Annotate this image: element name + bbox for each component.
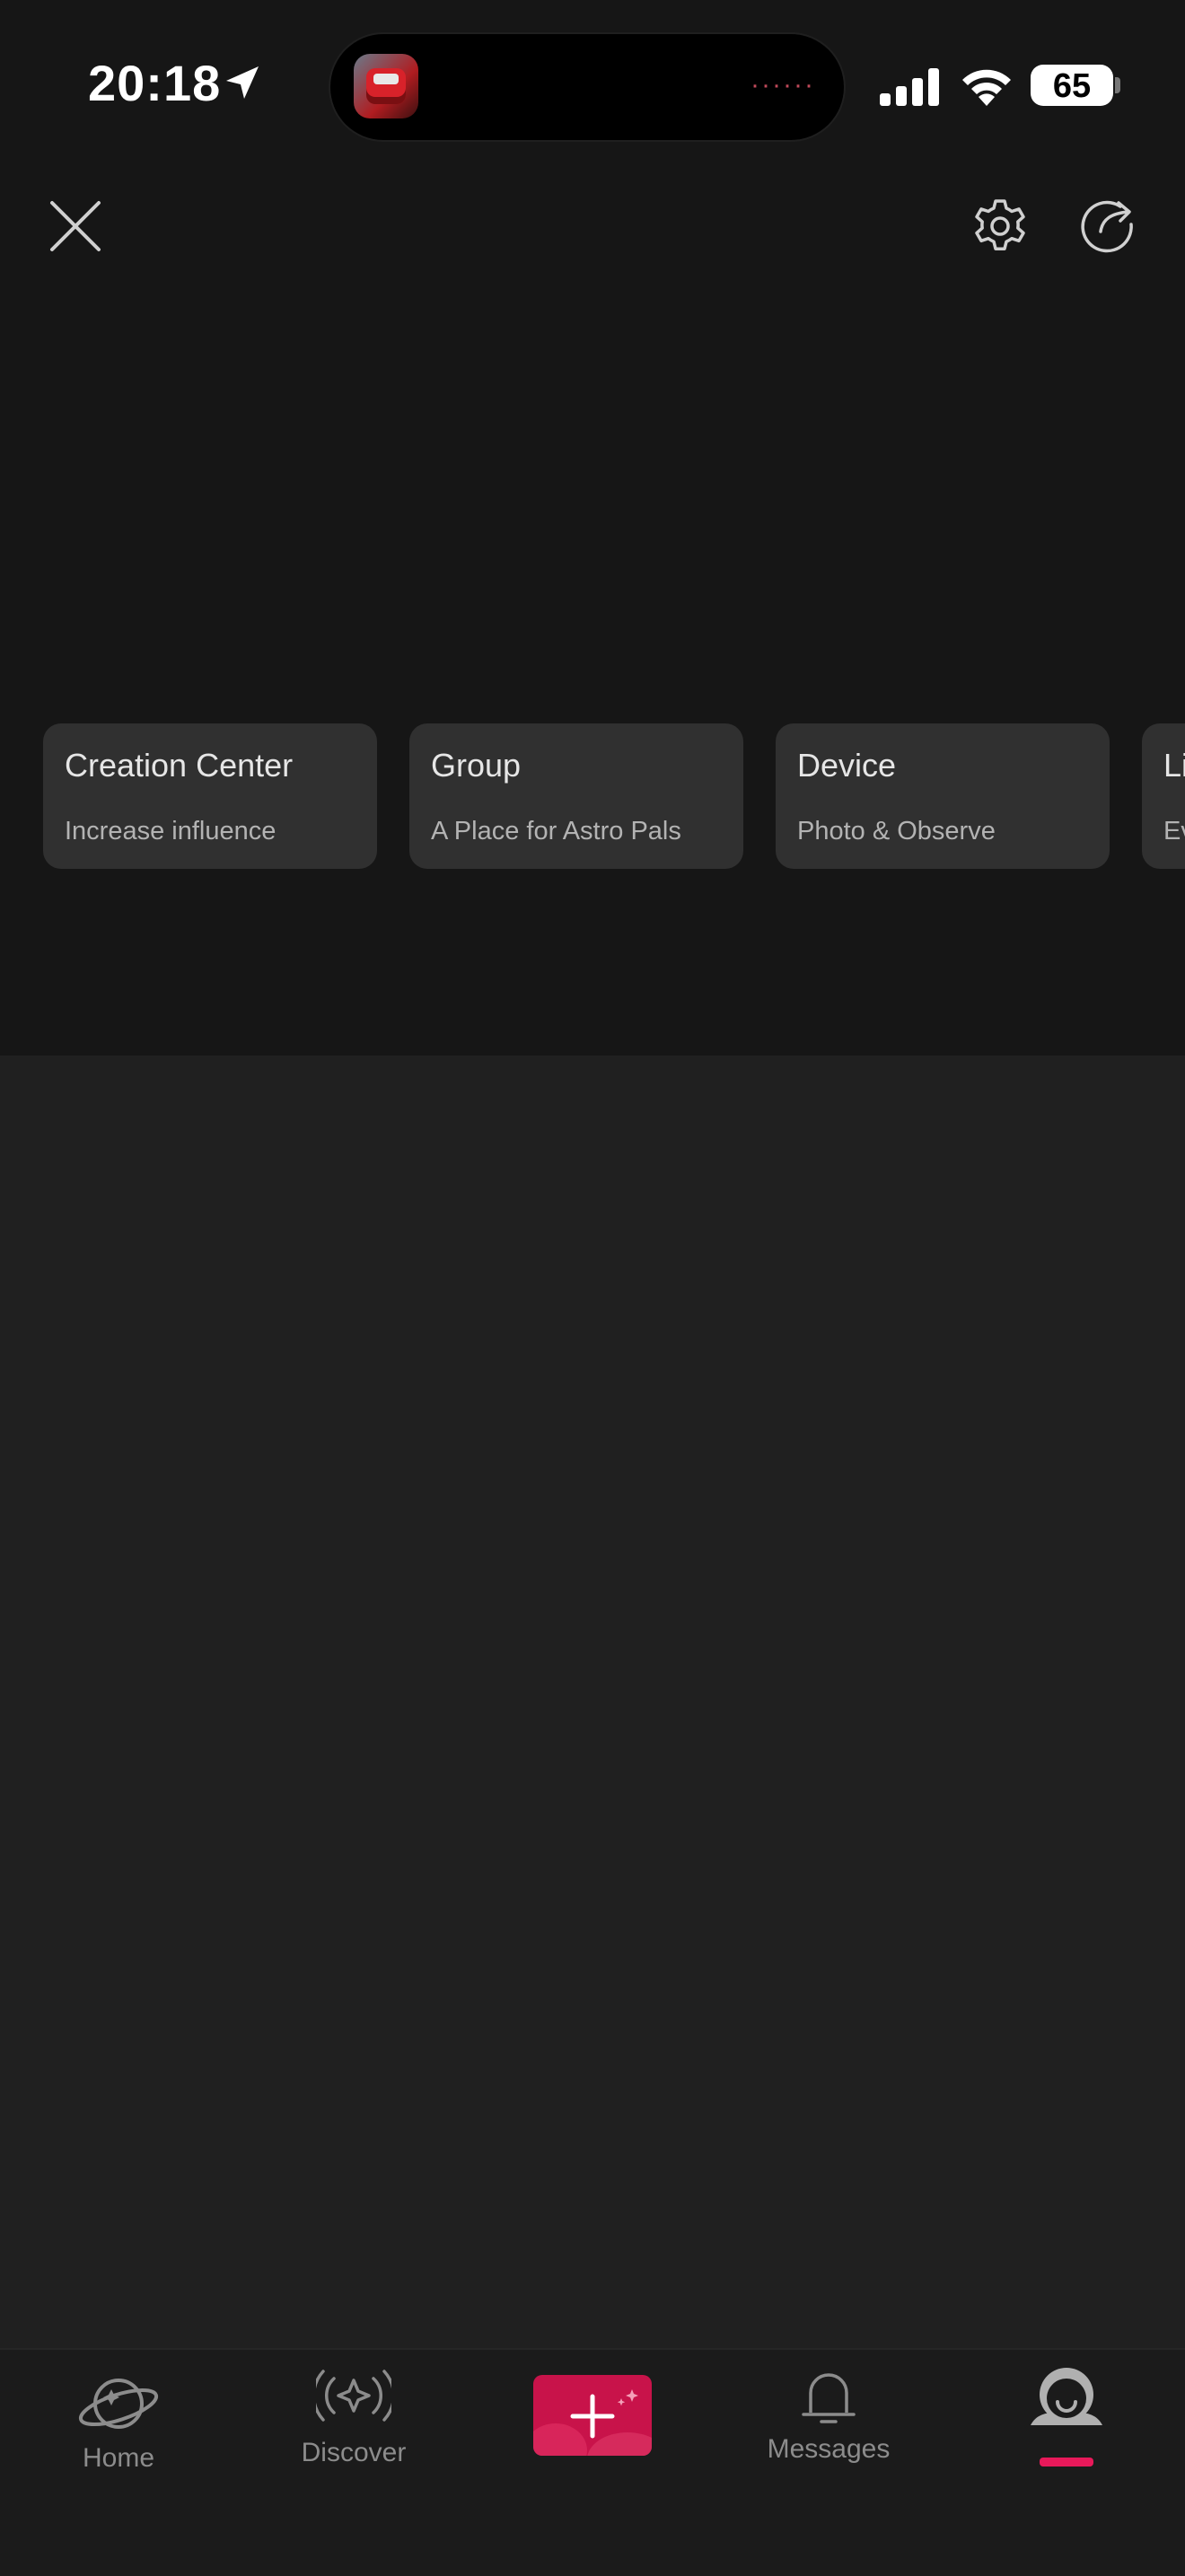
tab-home[interactable]: Home [29, 2350, 208, 2511]
tab-messages[interactable]: Messages [739, 2350, 918, 2511]
location-arrow-icon [226, 66, 259, 99]
live-activity-app-icon [354, 54, 418, 118]
battery-tip [1115, 77, 1120, 93]
card-title: Device [797, 747, 897, 784]
bell-icon [802, 2373, 856, 2423]
tab-label: Messages [767, 2434, 891, 2464]
tab-me[interactable] [977, 2350, 1156, 2511]
battery-level: 65 [1052, 67, 1092, 105]
card-subtitle: A Place for Astro Pals [431, 817, 681, 846]
discover-icon [316, 2370, 391, 2422]
astronaut-avatar-icon [1031, 2368, 1102, 2425]
create-post-button[interactable] [533, 2375, 652, 2456]
tab-bar: Home Discover Messages [0, 2348, 1185, 2576]
card-title: Creation Center [65, 747, 294, 784]
card-subtitle: Increase influence [65, 817, 276, 846]
dynamic-island[interactable]: ······ [330, 34, 844, 140]
card-title: Group [431, 747, 522, 784]
tab-discover[interactable]: Discover [264, 2350, 443, 2511]
card-subtitle: Ev [1163, 817, 1185, 846]
profile-header-area: 20:18 ······ 65 Creation Center Increase… [0, 0, 1185, 1056]
battery-icon: 65 [1031, 65, 1113, 106]
activity-dots-icon: ······ [750, 70, 815, 100]
tab-label: Discover [301, 2438, 407, 2467]
share-icon[interactable] [1079, 197, 1137, 255]
card-partial[interactable]: Li Ev [1142, 723, 1185, 869]
wifi-icon [962, 69, 1011, 106]
card-group[interactable]: Group A Place for Astro Pals [409, 723, 743, 869]
status-time: 20:18 [88, 55, 222, 111]
planet-icon [78, 2379, 159, 2429]
tab-label: Home [82, 2443, 155, 2473]
signal-bars-icon [880, 68, 939, 106]
feature-cards-row[interactable]: Creation Center Increase influence Group… [43, 723, 1185, 869]
close-icon[interactable] [47, 197, 104, 255]
card-subtitle: Photo & Observe [797, 817, 996, 846]
gear-icon[interactable] [971, 197, 1029, 255]
sparkle-icon [617, 2389, 638, 2406]
card-device[interactable]: Device Photo & Observe [776, 723, 1110, 869]
content-area [0, 1056, 1185, 2348]
card-creation-center[interactable]: Creation Center Increase influence [43, 723, 377, 869]
active-tab-indicator [1040, 2458, 1093, 2466]
plus-icon [570, 2394, 615, 2439]
card-title: Li [1163, 747, 1185, 784]
